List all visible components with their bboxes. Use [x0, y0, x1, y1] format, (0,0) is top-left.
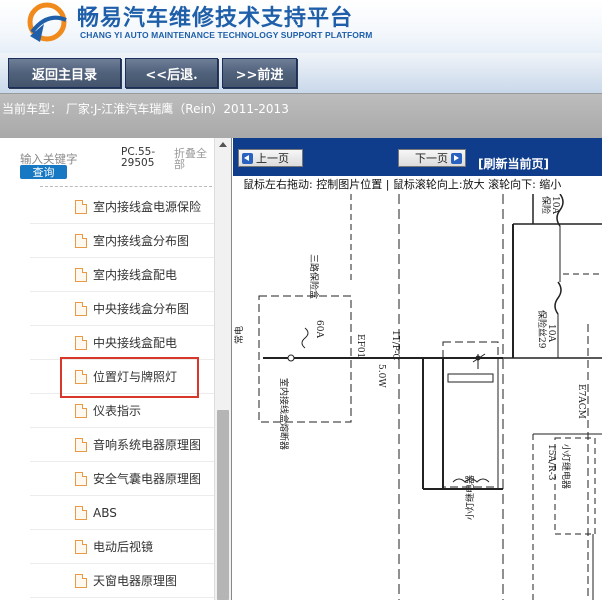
refresh-page-link[interactable]: [刷新当前页]: [478, 155, 549, 172]
document-icon: [75, 505, 87, 520]
scroll-thumb[interactable]: [217, 410, 229, 600]
svg-text:5.0W: 5.0W: [376, 364, 386, 388]
diagram-label-three-fuse: 三路保险盒: [308, 254, 320, 299]
diagram-label-ref-a: 15A/R-3: [546, 444, 556, 481]
diagram-label-ref-c: E7ACM: [576, 384, 586, 419]
svg-text:10A: 10A: [546, 324, 556, 342]
document-icon: [75, 301, 87, 316]
left-scrollbar[interactable]: [214, 138, 231, 600]
tree-item[interactable]: 天窗电器原理图: [30, 564, 214, 598]
current-vehicle-bar: 当前车型： 厂家:J-江淮汽车瑞鹰（Rein）2011-2013: [0, 93, 602, 138]
document-icon: [75, 539, 87, 554]
toolbar: 返回主目录 <<后退. >>前进: [0, 53, 602, 93]
svg-text:60A: 60A: [314, 320, 324, 338]
viewer-navbar: 上一页 下一页 [刷新当前页]: [233, 138, 602, 176]
selection-highlight: [60, 357, 199, 398]
forward-button[interactable]: >>前进: [222, 58, 297, 88]
collapse-all-link[interactable]: 折叠全部: [174, 148, 212, 170]
tree-item[interactable]: ABS: [30, 496, 214, 530]
prev-page-button[interactable]: 上一页: [238, 149, 303, 167]
tree-item[interactable]: 电动后视镜: [30, 530, 214, 564]
tree-item[interactable]: 中央接线盒配电: [30, 326, 214, 360]
diagram-label-wire: 5.0W: [376, 364, 386, 388]
arrow-left-icon: [242, 152, 253, 164]
back-button[interactable]: <<后退.: [125, 58, 218, 88]
pc-code-label: PC.55-29505: [121, 146, 156, 169]
changyi-logo-icon: [27, 2, 67, 42]
diagram-label-ref-b: 小灯继电器: [560, 444, 572, 489]
diagram-label-relay: 小灯继电器: [464, 475, 476, 520]
viewer-hint: 鼠标左右拖动: 控制图片位置 | 鼠标滚轮向上:放大 滚轮向下: 缩小: [233, 176, 602, 194]
tree-item[interactable]: 安全气囊电器原理图: [30, 462, 214, 496]
svg-text:小灯继电器: 小灯继电器: [560, 444, 572, 489]
document-icon: [75, 233, 87, 248]
document-icon: [75, 471, 87, 486]
diagram-label-power: 常电: [233, 326, 245, 344]
tree-item[interactable]: 音响系统电器原理图: [30, 428, 214, 462]
current-vehicle-label: 当前车型： 厂家:J-江淮汽车瑞鹰（Rein）2011-2013: [2, 102, 289, 116]
svg-text:EF01: EF01: [355, 334, 365, 358]
svg-text:小灯继电器: 小灯继电器: [464, 475, 476, 520]
document-icon: [75, 403, 87, 418]
svg-text:10A: 10A: [550, 196, 560, 214]
divider: [40, 186, 212, 187]
header-banner: 畅易汽车维修技术支持平台 CHANG YI AUTO MAINTENANCE T…: [0, 0, 602, 53]
diagram-label-fuse-top-amp: 10A: [550, 196, 560, 214]
back-to-main-button[interactable]: 返回主目录: [8, 58, 121, 88]
search-button[interactable]: 查询: [20, 165, 67, 179]
diagram-label-60a: 60A: [314, 320, 324, 338]
tree-item[interactable]: 室内接线盒电源保险: [30, 190, 214, 224]
diagram-viewer: 上一页 下一页 [刷新当前页] 鼠标左右拖动: 控制图片位置 | 鼠标滚轮向上:…: [233, 138, 602, 600]
document-icon: [75, 267, 87, 282]
next-page-button[interactable]: 下一页: [398, 149, 466, 167]
diagram-label-fuse29-amp: 10A: [546, 324, 556, 342]
document-icon: [75, 573, 87, 588]
tree-item[interactable]: 仪表指示: [30, 394, 214, 428]
wiring-diagram[interactable]: 常电 三路保险盒 室内接线盒熔断器 60A EF01 5.0W 1T/P-C 保…: [233, 194, 602, 600]
diagram-label-ef01: EF01: [355, 334, 365, 358]
svg-text:室内接线盒熔断器: 室内接线盒熔断器: [278, 378, 290, 450]
platform-title: 畅易汽车维修技术支持平台: [77, 6, 354, 31]
tree-item[interactable]: 室内接线盒配电: [30, 258, 214, 292]
tree-item[interactable]: 中央接线盒分布图: [30, 292, 214, 326]
arrow-right-icon: [451, 152, 462, 164]
svg-text:1T/P-C: 1T/P-C: [390, 330, 400, 360]
tree-item[interactable]: 室内接线盒分布图: [30, 224, 214, 258]
svg-text:常电: 常电: [233, 326, 245, 344]
document-icon: [75, 199, 87, 214]
diagram-label-conn: 1T/P-C: [390, 330, 400, 360]
svg-text:E7ACM: E7ACM: [576, 384, 586, 419]
app-window: { "header": { "title": "畅易汽车维修技术支持平台", "…: [0, 0, 602, 600]
platform-subtitle: CHANG YI AUTO MAINTENANCE TECHNOLOGY SUP…: [80, 30, 373, 40]
document-icon: [75, 335, 87, 350]
diagram-label-box: 室内接线盒熔断器: [278, 378, 290, 450]
svg-text:15A/R-3: 15A/R-3: [546, 444, 556, 481]
document-icon: [75, 437, 87, 452]
scroll-up-icon[interactable]: [219, 142, 227, 147]
svg-text:三路保险盒: 三路保险盒: [308, 254, 320, 299]
